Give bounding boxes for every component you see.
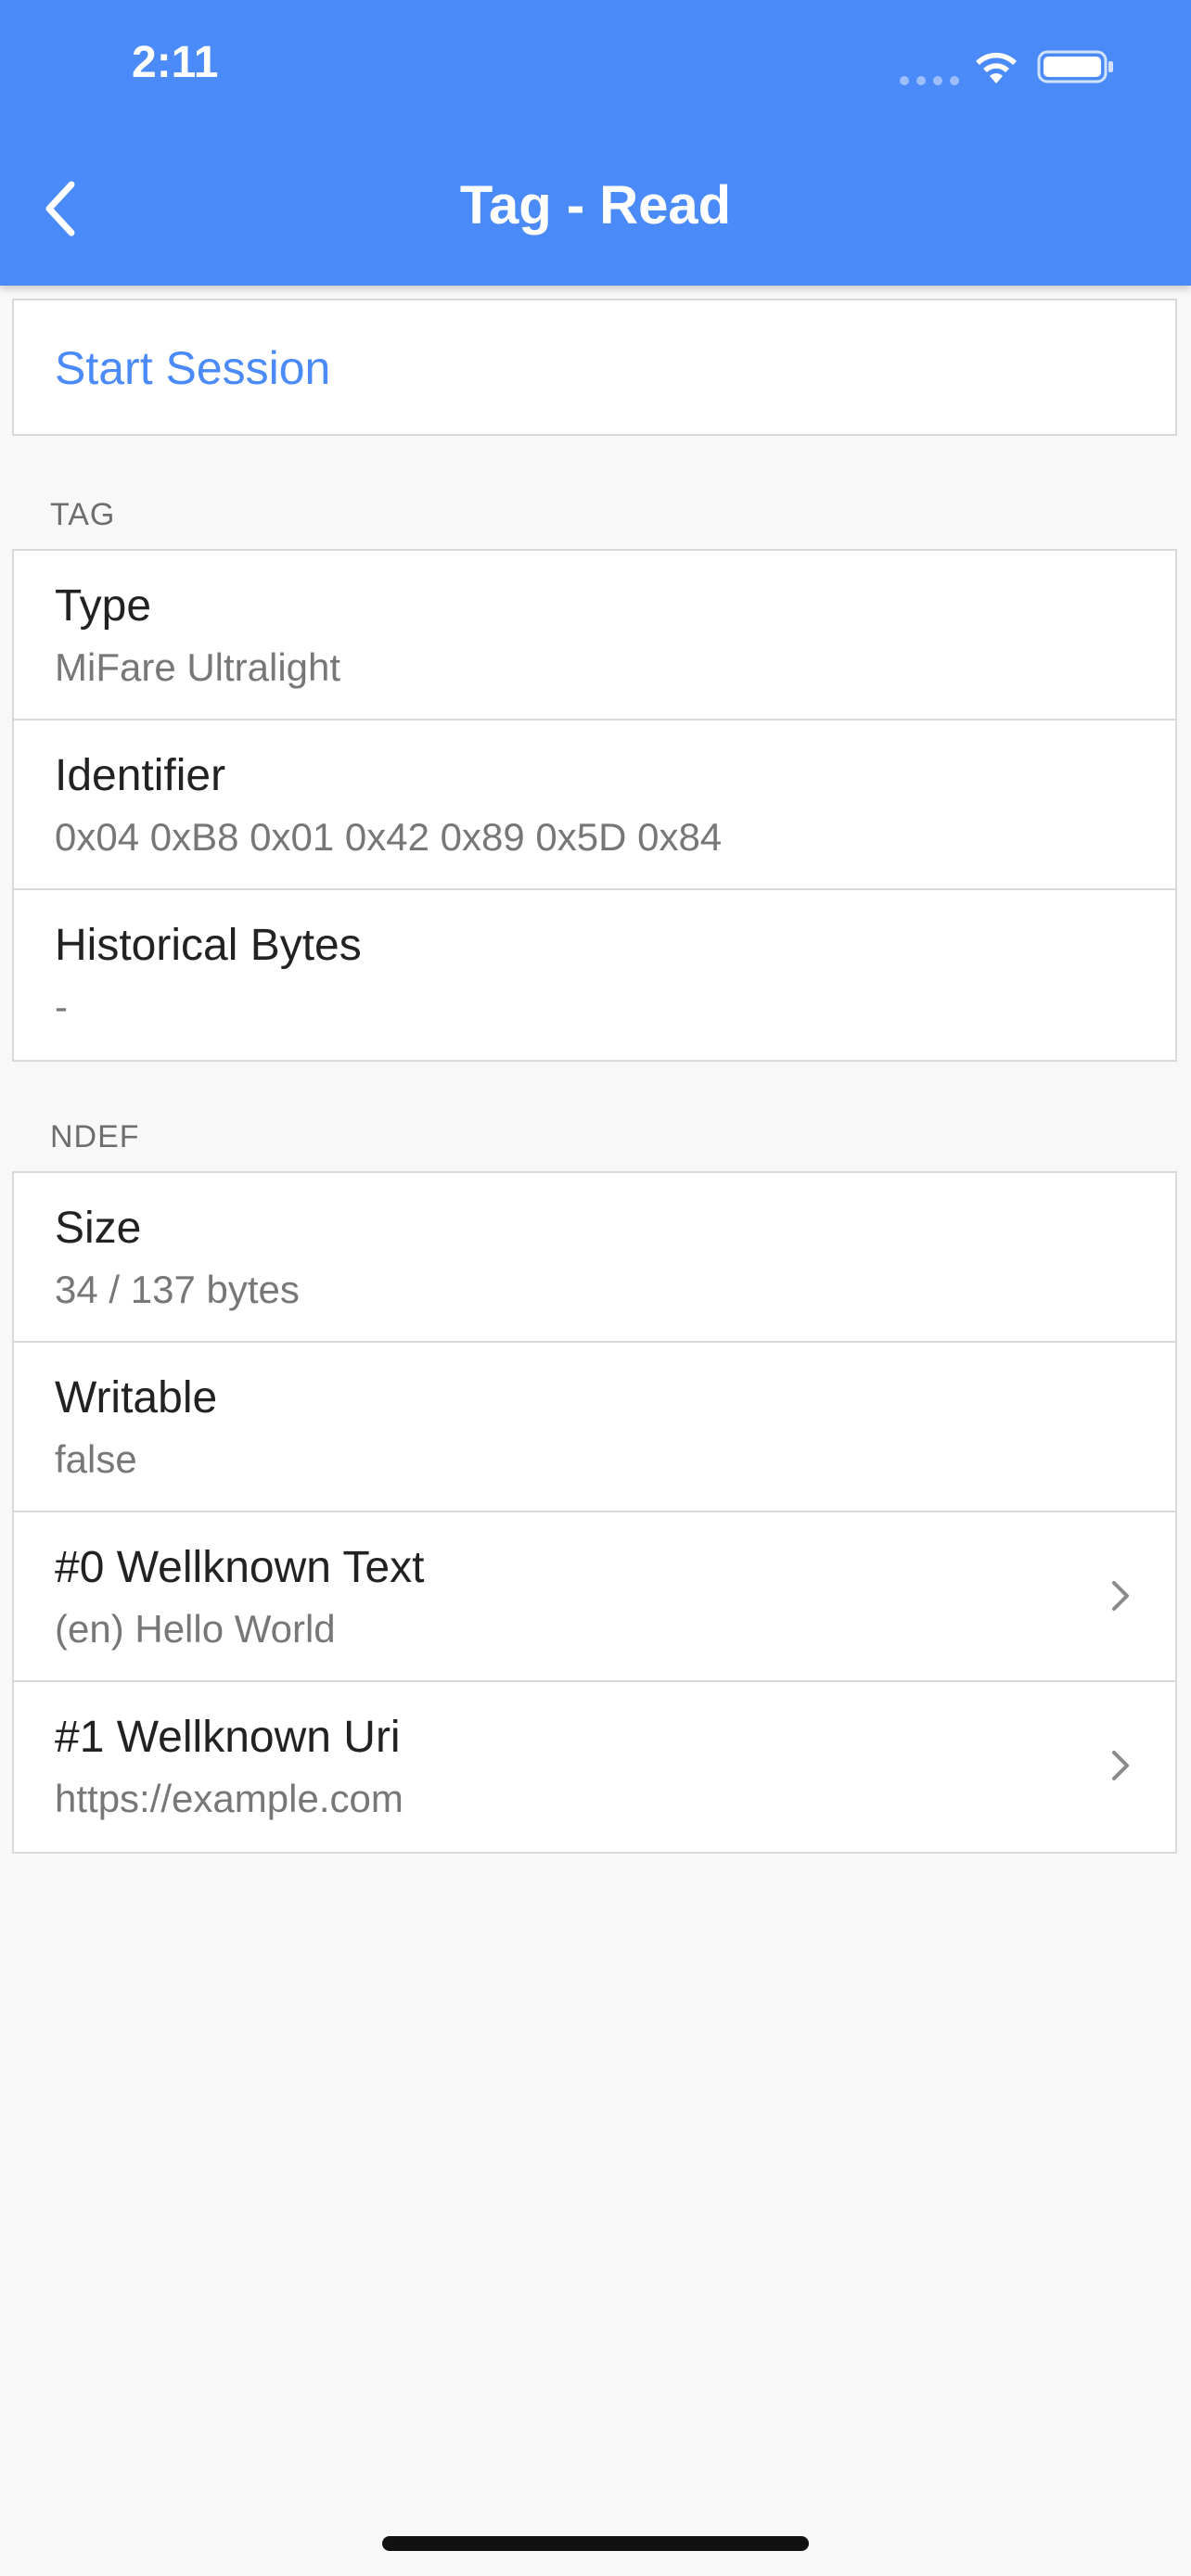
ndef-section-header: NDEF [50, 1119, 140, 1154]
row-value: false [55, 1437, 137, 1481]
row-value: 34 / 137 bytes [55, 1268, 300, 1311]
app-bar: 2:11 Tag - Read [0, 0, 1191, 286]
ndef-info-card: Size 34 / 137 bytes Writable false #0 We… [12, 1171, 1177, 1854]
home-indicator[interactable] [382, 2536, 809, 2551]
chevron-right-icon [1112, 1751, 1129, 1780]
tag-info-card: Type MiFare Ultralight Identifier 0x04 0… [12, 549, 1177, 1062]
wifi-icon [976, 52, 1017, 83]
row-value: MiFare Ultralight [55, 645, 341, 689]
row-title: #1 Wellknown Uri [55, 1713, 401, 1762]
row-title: Size [55, 1204, 142, 1253]
tag-section-header: TAG [50, 497, 116, 532]
row-value: - [55, 985, 68, 1028]
row-title: Type [55, 581, 152, 631]
row-title: Identifier [55, 751, 226, 800]
session-card: Start Session [12, 299, 1177, 436]
row-value: https://example.com [55, 1777, 403, 1820]
chevron-right-icon [1112, 1581, 1129, 1611]
battery-icon [1037, 50, 1113, 83]
list-item-historical-bytes: Historical Bytes - [14, 890, 1175, 1060]
list-item-identifier: Identifier 0x04 0xB8 0x01 0x42 0x89 0x5D… [14, 721, 1175, 890]
list-item-record-uri[interactable]: #1 Wellknown Uri https://example.com [14, 1682, 1175, 1852]
list-item-type: Type MiFare Ultralight [14, 551, 1175, 721]
row-value: 0x04 0xB8 0x01 0x42 0x89 0x5D 0x84 [55, 815, 723, 859]
list-item-size: Size 34 / 137 bytes [14, 1173, 1175, 1343]
row-title: #0 Wellknown Text [55, 1543, 425, 1592]
page-title: Tag - Read [459, 175, 732, 236]
start-session-button[interactable]: Start Session [55, 341, 330, 395]
list-item-writable: Writable false [14, 1343, 1175, 1512]
list-item-record-text[interactable]: #0 Wellknown Text (en) Hello World [14, 1512, 1175, 1682]
cellular-signal-icon [900, 76, 959, 85]
status-time: 2:11 [132, 38, 219, 87]
row-title: Writable [55, 1373, 218, 1422]
row-title: Historical Bytes [55, 921, 362, 970]
row-value: (en) Hello World [55, 1607, 336, 1651]
